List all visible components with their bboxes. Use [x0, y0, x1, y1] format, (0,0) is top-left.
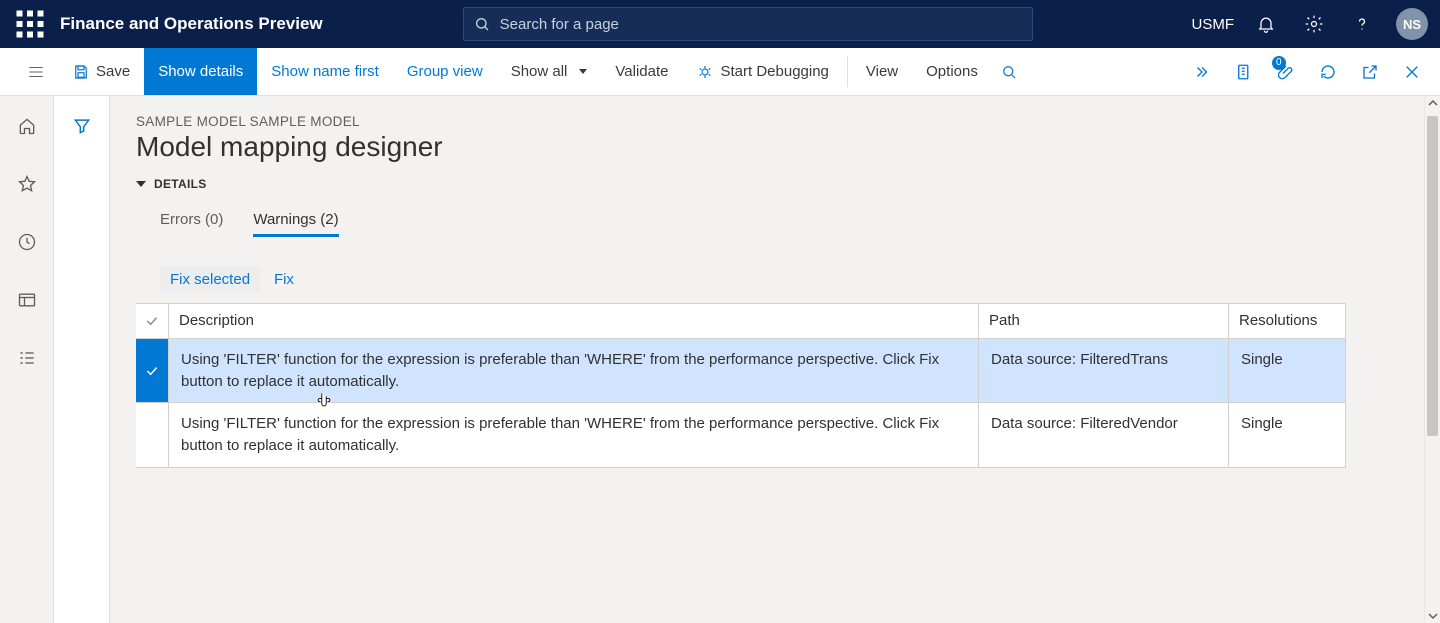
user-avatar[interactable]: NS: [1396, 8, 1428, 40]
options-menu[interactable]: Options: [912, 48, 992, 95]
refresh-button[interactable]: [1310, 54, 1346, 90]
save-label: Save: [96, 63, 130, 80]
options-label: Options: [926, 63, 978, 80]
home-icon[interactable]: [11, 110, 43, 142]
check-icon: [144, 313, 160, 329]
view-label: View: [866, 63, 898, 80]
show-name-first-label: Show name first: [271, 63, 379, 80]
office-addin-button[interactable]: [1226, 54, 1262, 90]
personalize-button[interactable]: [1184, 54, 1220, 90]
tab-warnings[interactable]: Warnings (2): [253, 205, 338, 236]
tab-errors-label: Errors (0): [160, 211, 223, 228]
global-search[interactable]: [463, 7, 1033, 41]
filter-strip: [54, 96, 110, 623]
column-resolutions[interactable]: Resolutions: [1228, 304, 1345, 338]
cell-resolutions: Single: [1228, 339, 1345, 403]
global-navbar: Finance and Operations Preview USMF NS: [0, 0, 1440, 48]
scrollbar-thumb[interactable]: [1427, 116, 1438, 436]
refresh-icon: [1319, 63, 1337, 81]
details-section-header[interactable]: DETAILS: [136, 177, 1414, 191]
warnings-toolbar: Fix selected Fix: [160, 266, 1414, 293]
warnings-grid: Description Path Resolutions Using 'FILT…: [136, 303, 1346, 468]
row-checkbox[interactable]: [136, 339, 168, 403]
filter-icon[interactable]: [66, 110, 98, 142]
fix-button[interactable]: Fix: [264, 266, 304, 293]
save-icon: [72, 63, 90, 81]
content-area: SAMPLE MODEL SAMPLE MODEL Model mapping …: [110, 96, 1440, 623]
show-name-first-button[interactable]: Show name first: [257, 48, 393, 95]
debug-icon: [696, 63, 714, 81]
check-icon: [144, 363, 160, 379]
fix-selected-button[interactable]: Fix selected: [160, 266, 260, 293]
column-path[interactable]: Path: [978, 304, 1228, 338]
attachments-button[interactable]: 0: [1268, 54, 1304, 90]
search-icon: [474, 16, 490, 32]
search-input[interactable]: [500, 16, 1022, 33]
details-label: DETAILS: [154, 177, 207, 191]
cell-path: Data source: FilteredVendor: [978, 403, 1228, 467]
scroll-down-icon[interactable]: [1426, 609, 1440, 623]
popout-button[interactable]: [1352, 54, 1388, 90]
start-debugging-label: Start Debugging: [720, 63, 828, 80]
personalize-icon: [1193, 63, 1211, 81]
show-details-button[interactable]: Show details: [144, 48, 257, 95]
scroll-up-icon[interactable]: [1426, 96, 1440, 110]
view-menu[interactable]: View: [852, 48, 912, 95]
cell-description: Using 'FILTER' function for the expressi…: [168, 403, 978, 467]
cell-description: Using 'FILTER' function for the expressi…: [168, 339, 978, 403]
close-button[interactable]: [1394, 54, 1430, 90]
validate-label: Validate: [615, 63, 668, 80]
breadcrumb: SAMPLE MODEL SAMPLE MODEL: [136, 114, 1414, 129]
popout-icon: [1361, 63, 1379, 81]
vertical-scrollbar[interactable]: [1424, 96, 1440, 623]
row-checkbox[interactable]: [136, 403, 168, 467]
command-bar: Save Show details Show name first Group …: [0, 48, 1440, 96]
tab-errors[interactable]: Errors (0): [160, 205, 223, 236]
select-all-checkbox[interactable]: [136, 304, 168, 338]
notifications-icon[interactable]: [1246, 4, 1286, 44]
environment-label[interactable]: USMF: [1192, 16, 1235, 33]
favorites-icon[interactable]: [11, 168, 43, 200]
grid-header: Description Path Resolutions: [136, 304, 1345, 339]
validate-button[interactable]: Validate: [601, 48, 682, 95]
modules-icon[interactable]: [11, 342, 43, 374]
recent-icon[interactable]: [11, 226, 43, 258]
help-icon[interactable]: [1342, 4, 1382, 44]
workspaces-icon[interactable]: [11, 284, 43, 316]
details-tabs: Errors (0) Warnings (2): [136, 205, 1414, 236]
body: SAMPLE MODEL SAMPLE MODEL Model mapping …: [0, 96, 1440, 623]
app-launcher-icon[interactable]: [12, 6, 48, 42]
column-description[interactable]: Description: [168, 304, 978, 338]
search-icon: [1000, 63, 1018, 81]
table-row[interactable]: Using 'FILTER' function for the expressi…: [136, 403, 1345, 467]
table-row[interactable]: Using 'FILTER' function for the expressi…: [136, 339, 1345, 404]
group-view-label: Group view: [407, 63, 483, 80]
attachment-count-badge: 0: [1272, 56, 1286, 70]
command-search-button[interactable]: [992, 48, 1026, 95]
cell-resolutions: Single: [1228, 403, 1345, 467]
page-title: Model mapping designer: [136, 131, 1414, 163]
brand-title: Finance and Operations Preview: [60, 14, 323, 34]
navigation-rail: [0, 96, 54, 623]
save-button[interactable]: Save: [58, 48, 144, 95]
close-icon: [1403, 63, 1421, 81]
start-debugging-button[interactable]: Start Debugging: [682, 48, 842, 95]
cell-path: Data source: FilteredTrans: [978, 339, 1228, 403]
nav-pane-toggle-icon[interactable]: [14, 48, 58, 95]
show-details-label: Show details: [158, 63, 243, 80]
settings-gear-icon[interactable]: [1294, 4, 1334, 44]
show-all-label: Show all: [511, 63, 568, 80]
group-view-button[interactable]: Group view: [393, 48, 497, 95]
show-all-dropdown[interactable]: Show all: [497, 48, 602, 95]
tab-warnings-label: Warnings (2): [253, 211, 338, 228]
office-icon: [1235, 63, 1253, 81]
